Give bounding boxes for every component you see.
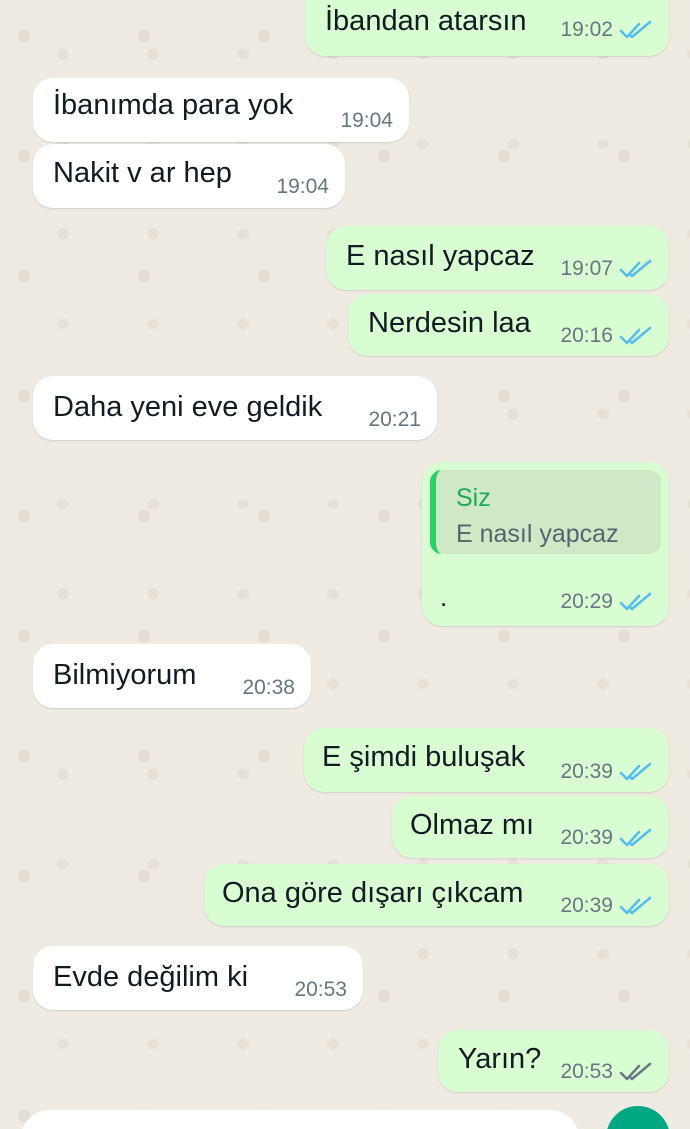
message-bubble-outgoing[interactable]: E şimdi buluşak 20:39: [304, 728, 669, 792]
message-text: İbanımda para yok: [53, 89, 294, 121]
message-meta: 20:29: [560, 590, 653, 614]
message-meta: 20:38: [242, 676, 295, 700]
message-text: Nakit v ar hep: [53, 157, 232, 189]
quoted-message-text: E nasıl yapcaz: [456, 520, 619, 548]
message-meta: 19:04: [276, 175, 329, 199]
message-time: 20:39: [560, 826, 613, 849]
message-time: 20:38: [242, 676, 295, 699]
message-bubble-incoming[interactable]: Evde değilim ki 20:53: [33, 946, 363, 1010]
quoted-message-author: Siz: [456, 484, 491, 512]
message-text: İbandan atarsın: [325, 5, 527, 37]
message-bubble-outgoing-reply[interactable]: Siz E nasıl yapcaz . 20:29: [422, 462, 669, 626]
message-time: 20:39: [560, 894, 613, 917]
message-text: Yarın?: [458, 1043, 542, 1075]
message-bubble-incoming[interactable]: Daha yeni eve geldik 20:21: [33, 376, 437, 440]
message-text: Bilmiyorum: [53, 659, 197, 691]
double-check-read-icon: [619, 326, 652, 345]
message-meta: 20:39: [560, 894, 653, 918]
message-bubble-outgoing[interactable]: Nerdesin laa 20:16: [348, 294, 669, 356]
message-text: Evde değilim ki: [53, 961, 249, 993]
message-time: 19:04: [340, 109, 393, 132]
message-bubble-outgoing[interactable]: Yarın? 20:53: [438, 1030, 669, 1092]
message-time: 20:53: [560, 1060, 613, 1083]
message-text: E nasıl yapcaz: [346, 240, 535, 272]
message-text: Daha yeni eve geldik: [53, 391, 323, 423]
message-bubble-outgoing[interactable]: E nasıl yapcaz 19:07: [326, 226, 669, 290]
message-meta: 20:53: [294, 978, 347, 1002]
message-meta: 20:53: [560, 1060, 653, 1084]
message-time: 20:16: [560, 324, 613, 347]
message-text: E şimdi buluşak: [322, 741, 526, 773]
message-bubble-incoming[interactable]: Bilmiyorum 20:38: [33, 644, 311, 708]
double-check-read-icon: [619, 592, 652, 611]
message-text: Nerdesin laa: [368, 307, 531, 339]
message-time: 19:02: [560, 18, 613, 41]
message-bubble-outgoing[interactable]: Ona göre dışarı çıkcam 20:39: [204, 864, 669, 926]
message-text: Ona göre dışarı çıkcam: [222, 877, 524, 909]
message-time: 20:39: [560, 760, 613, 783]
message-text: .: [440, 582, 448, 612]
message-bubble-incoming[interactable]: İbanımda para yok 19:04: [33, 78, 409, 142]
message-meta: 20:16: [560, 324, 653, 348]
double-check-read-icon: [619, 259, 652, 278]
message-meta: 20:39: [560, 760, 653, 784]
message-time: 20:21: [368, 408, 421, 431]
message-meta: 20:39: [560, 826, 653, 850]
message-time: 19:07: [560, 257, 613, 280]
message-bubble-incoming[interactable]: Nakit v ar hep 19:04: [33, 144, 345, 208]
message-time: 20:29: [560, 590, 613, 613]
message-input-bar[interactable]: [20, 1110, 580, 1129]
message-meta: 19:07: [560, 257, 653, 281]
double-check-read-icon: [619, 20, 652, 39]
message-bubble-outgoing[interactable]: Olmaz mı 20:39: [392, 796, 669, 858]
message-time: 20:53: [294, 978, 347, 1001]
double-check-delivered-icon: [619, 1062, 652, 1081]
message-meta: 19:04: [340, 109, 393, 133]
message-meta: 19:02: [560, 18, 653, 42]
quoted-message[interactable]: Siz E nasıl yapcaz: [430, 470, 661, 554]
message-meta: 20:21: [368, 408, 421, 432]
message-bubble-outgoing[interactable]: İbandan atarsın 19:02: [305, 0, 669, 56]
double-check-read-icon: [619, 762, 652, 781]
message-time: 19:04: [276, 175, 329, 198]
double-check-read-icon: [619, 828, 652, 847]
double-check-read-icon: [619, 896, 652, 915]
message-text: Olmaz mı: [410, 809, 535, 841]
